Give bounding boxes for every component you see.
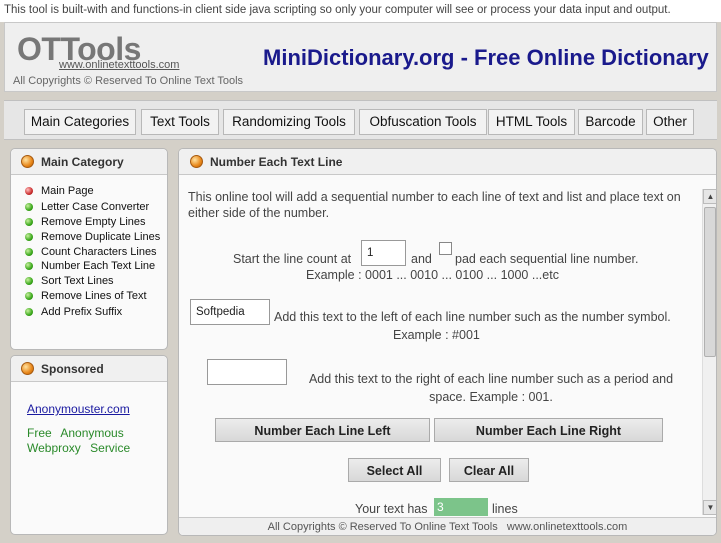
sponsored-box: Sponsored Anonymouster.com Free Anonymou… [10,355,168,535]
green-bullet-icon [25,308,33,316]
pad-label: pad each sequential line number. [455,252,639,266]
scroll-down-arrow-icon[interactable]: ▼ [703,500,716,515]
number-left-button[interactable]: Number Each Line Left [215,418,430,442]
green-bullet-icon [25,203,33,211]
orange-orb-icon [190,155,203,168]
sidebar-item-count-characters-lines[interactable]: Count Characters Lines [25,246,157,261]
logo-url-link[interactable]: www.onlinetexttools.com [59,59,179,71]
and-label: and [411,252,432,266]
right-text-label: Add this text to the right of each line … [308,372,674,404]
sidebar-item-remove-duplicate-lines[interactable]: Remove Duplicate Lines [25,231,160,246]
sidebar-item-main-page[interactable]: Main Page [25,185,94,200]
site-header: OTTools www.onlinetexttools.com All Copy… [4,22,717,92]
panel-header: Number Each Text Line [179,149,716,175]
sponsor-tagline[interactable]: Free Anonymous Webproxy Service [27,426,137,456]
line-count-value: 3 [434,498,488,516]
footer-text: All Copyrights © Reserved To Online Text… [267,521,628,533]
tab-text-tools[interactable]: Text Tools [141,109,219,135]
sidebar-item-label: Main Page [41,185,94,197]
sidebar-item-label: Letter Case Converter [41,201,150,213]
tab-other[interactable]: Other [646,109,694,135]
sidebar-item-number-each-text-line[interactable]: Number Each Text Line [25,260,155,275]
tool-description: This online tool will add a sequential n… [188,190,681,220]
pad-numbers-checkbox[interactable] [439,242,452,255]
scroll-thumb[interactable] [704,207,716,357]
line-count-start-input[interactable] [361,240,406,266]
line-count-prefix: Your text has [355,502,428,516]
left-text-label: Add this text to the left of each line n… [274,310,671,324]
panel-scrollbar[interactable]: ▲ ▼ [702,189,716,515]
number-right-button[interactable]: Number Each Line Right [434,418,663,442]
tab-randomizing-tools[interactable]: Randomizing Tools [223,109,355,135]
main-category-header: Main Category [11,149,167,175]
orange-orb-icon [21,362,34,375]
line-count-label: Start the line count at [233,252,352,266]
line-count-suffix: lines [492,502,518,516]
number-each-line-panel: Number Each Text Line This online tool w… [178,148,717,536]
green-bullet-icon [25,248,33,256]
right-text-input[interactable] [207,359,287,385]
sidebar-item-label: Remove Duplicate Lines [41,231,161,243]
sidebar-item-label: Number Each Text Line [41,260,156,272]
sponsor-link[interactable]: Anonymouster.com [27,402,130,416]
red-bullet-icon [25,187,33,195]
tab-main-categories[interactable]: Main Categories [24,109,136,135]
main-category-title: Main Category [41,155,124,169]
sidebar-item-letter-case-converter[interactable]: Letter Case Converter [25,201,149,216]
sidebar-item-remove-empty-lines[interactable]: Remove Empty Lines [25,216,146,231]
green-bullet-icon [25,277,33,285]
client-side-notice: This tool is built-with and functions-in… [4,4,671,16]
header-copyright: All Copyrights © Reserved To Online Text… [13,75,244,87]
sidebar-item-label: Sort Text Lines [41,275,114,287]
top-notice-bar: This tool is built-with and functions-in… [0,0,721,22]
left-text-example: Example : #001 [393,328,480,342]
main-navigation: Main Categories Text Tools Randomizing T… [4,100,717,140]
tab-barcode[interactable]: Barcode [578,109,643,135]
panel-title: Number Each Text Line [210,155,343,169]
sidebar-item-remove-lines-of-text[interactable]: Remove Lines of Text [25,290,147,305]
sidebar-item-label: Count Characters Lines [41,246,157,258]
sponsored-title: Sponsored [41,362,104,376]
green-bullet-icon [25,292,33,300]
left-text-input[interactable] [190,299,270,325]
green-bullet-icon [25,233,33,241]
tab-html-tools[interactable]: HTML Tools [488,109,575,135]
green-bullet-icon [25,218,33,226]
pad-example: Example : 0001 ... 0010 ... 0100 ... 100… [306,268,559,282]
scroll-up-arrow-icon[interactable]: ▲ [703,189,716,204]
tab-obfuscation-tools[interactable]: Obfuscation Tools [359,109,487,135]
select-all-button[interactable]: Select All [348,458,441,482]
sidebar-item-label: Add Prefix Suffix [41,306,123,318]
sidebar-item-label: Remove Lines of Text [41,290,147,302]
orange-orb-icon [21,155,34,168]
sidebar-item-add-prefix-suffix[interactable]: Add Prefix Suffix [25,306,122,321]
site-title: MiniDictionary.org - Free Online Diction… [263,45,709,70]
sponsored-header: Sponsored [11,356,167,382]
green-bullet-icon [25,262,33,270]
panel-footer: All Copyrights © Reserved To Online Text… [179,517,716,535]
main-category-box: Main Category Main Page Letter Case Conv… [10,148,168,350]
sidebar-item-label: Remove Empty Lines [41,216,146,228]
clear-all-button[interactable]: Clear All [449,458,529,482]
sidebar-item-sort-text-lines[interactable]: Sort Text Lines [25,275,114,290]
